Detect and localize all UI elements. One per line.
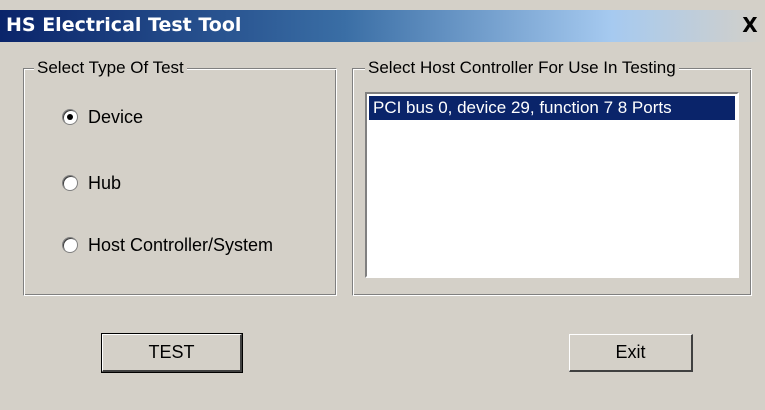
exit-button[interactable]: Exit (569, 334, 693, 372)
radio-selected-dot (67, 114, 73, 120)
dialog-window: HS Electrical Test Tool X Select Type Of… (0, 0, 765, 410)
radio-host-controller-button[interactable] (62, 237, 78, 253)
host-controller-list[interactable]: PCI bus 0, device 29, function 7 8 Ports (365, 92, 739, 278)
radio-device-button[interactable] (62, 109, 78, 125)
close-button[interactable]: X (739, 13, 761, 37)
test-type-legend: Select Type Of Test (34, 58, 187, 78)
radio-hub-label: Hub (88, 173, 122, 193)
list-item[interactable]: PCI bus 0, device 29, function 7 8 Ports (369, 96, 735, 120)
radio-hub-button[interactable] (62, 175, 78, 191)
test-type-group: Select Type Of Test Device Hub Host Cont… (23, 58, 337, 296)
radio-host-controller-label: Host Controller/System (88, 235, 274, 255)
host-controller-legend: Select Host Controller For Use In Testin… (365, 58, 679, 78)
title-bar[interactable]: HS Electrical Test Tool X (0, 10, 765, 42)
test-button[interactable]: TEST (101, 333, 243, 373)
window-title: HS Electrical Test Tool (6, 14, 242, 36)
radio-device-label: Device (88, 107, 144, 127)
